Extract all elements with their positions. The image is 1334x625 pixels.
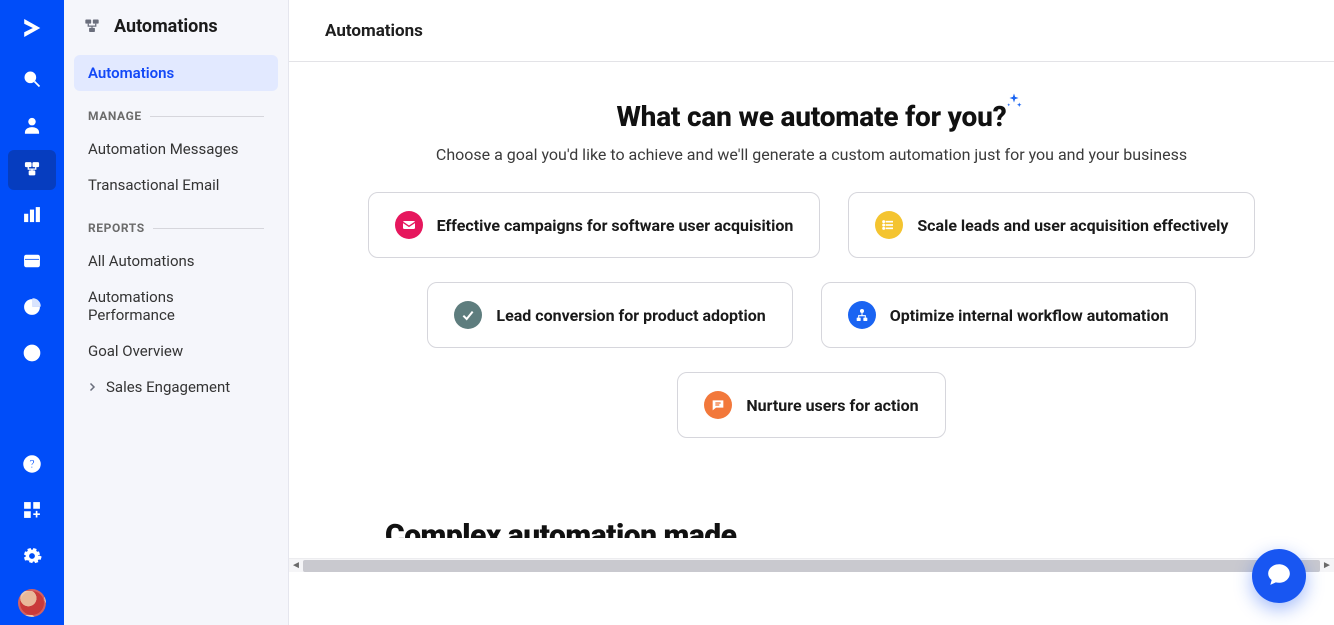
nav-contacts[interactable]: [0, 102, 64, 148]
sidebar-header-title: Automations: [114, 16, 218, 37]
app-root: ? Automations Au: [0, 0, 1334, 625]
goal-cards: Effective campaigns for software user ac…: [362, 192, 1262, 438]
nav-apps[interactable]: [0, 487, 64, 533]
hero: What can we automate for you? Choose a g…: [436, 100, 1187, 164]
sidebar-item-goal-overview[interactable]: Goal Overview: [74, 333, 278, 369]
topbar: Automations: [289, 0, 1334, 62]
primary-nav-rail: ?: [0, 0, 64, 625]
sidebar-item-label: Sales Engagement: [106, 378, 230, 396]
nav-deals[interactable]: [0, 238, 64, 284]
goal-card-nurture-users[interactable]: Nurture users for action: [677, 372, 945, 438]
sidebar-section-reports: REPORTS: [74, 203, 278, 243]
horizontal-scrollbar[interactable]: ◄ ►: [289, 558, 1334, 572]
sidebar-item-label: Automation Messages: [88, 140, 239, 158]
hero-title-text: What can we automate for you?: [616, 100, 1006, 133]
nav-automations[interactable]: [8, 150, 56, 190]
nav-help[interactable]: ?: [0, 441, 64, 487]
deals-icon: [21, 250, 43, 272]
svg-text:?: ?: [29, 457, 35, 471]
goal-card-label: Nurture users for action: [746, 396, 918, 415]
campaigns-icon: [21, 204, 43, 226]
search-icon: [21, 68, 43, 90]
nav-campaigns[interactable]: [0, 192, 64, 238]
app-logo[interactable]: [0, 0, 64, 56]
mail-icon: [395, 211, 423, 239]
nav-website[interactable]: [0, 330, 64, 376]
goal-card-campaigns[interactable]: Effective campaigns for software user ac…: [368, 192, 821, 258]
sidebar-item-label: Automations: [88, 64, 174, 82]
sidebar-item-label: Goal Overview: [88, 342, 183, 360]
user-avatar[interactable]: [18, 589, 46, 617]
automations-section-icon: [82, 17, 102, 37]
workflow-icon: [848, 301, 876, 329]
sidebar-item-all-automations[interactable]: All Automations: [74, 243, 278, 279]
pie-chart-icon: [21, 296, 43, 318]
content-scroll[interactable]: What can we automate for you? Choose a g…: [289, 62, 1334, 625]
chat-launcher[interactable]: [1252, 549, 1306, 603]
activecampaign-logo-icon: [21, 17, 43, 39]
nav-reports[interactable]: [0, 284, 64, 330]
chat-icon: [704, 391, 732, 419]
sidebar-item-label: Transactional Email: [88, 176, 219, 194]
sidebar-item-automation-messages[interactable]: Automation Messages: [74, 131, 278, 167]
section-label: MANAGE: [88, 109, 142, 123]
sidebar-item-automations[interactable]: Automations: [74, 55, 278, 91]
sidebar-section-manage: MANAGE: [74, 91, 278, 131]
goal-card-label: Scale leads and user acquisition effecti…: [917, 216, 1228, 235]
sidebar-group-top: Automations MANAGE Automation Messages T…: [64, 49, 288, 405]
scroll-track[interactable]: [303, 560, 1320, 572]
content: What can we automate for you? Choose a g…: [289, 62, 1334, 558]
goal-card-scale-leads[interactable]: Scale leads and user acquisition effecti…: [848, 192, 1255, 258]
secondary-sidebar: Automations Automations MANAGE Automatio…: [64, 0, 289, 625]
check-icon: [454, 301, 482, 329]
person-icon: [21, 114, 43, 136]
sidebar-item-label: Automations Performance: [88, 288, 264, 324]
help-icon: ?: [21, 453, 43, 475]
sidebar-item-label: All Automations: [88, 252, 195, 270]
sidebar-header: Automations: [64, 10, 288, 49]
list-icon: [875, 211, 903, 239]
gear-icon: [21, 545, 43, 567]
main-area: Automations What can we automate for you…: [289, 0, 1334, 625]
nav-search[interactable]: [0, 56, 64, 102]
nav-settings[interactable]: [0, 533, 64, 579]
hero-subtitle: Choose a goal you'd like to achieve and …: [436, 145, 1187, 164]
automations-icon: [21, 159, 43, 181]
rail-top-group: [0, 0, 64, 376]
scroll-right-arrow[interactable]: ►: [1320, 560, 1334, 571]
goal-card-label: Lead conversion for product adoption: [496, 306, 765, 325]
next-section-heading: Complex automation made: [385, 478, 737, 538]
rail-bottom-group: ?: [0, 441, 64, 625]
hero-title: What can we automate for you?: [616, 100, 1006, 133]
upload-icon: [21, 342, 43, 364]
sidebar-item-transactional-email[interactable]: Transactional Email: [74, 167, 278, 203]
goal-card-optimize-workflow[interactable]: Optimize internal workflow automation: [821, 282, 1196, 348]
section-label: REPORTS: [88, 221, 145, 235]
sidebar-item-sales-engagement[interactable]: Sales Engagement: [74, 369, 278, 405]
goal-card-label: Effective campaigns for software user ac…: [437, 216, 794, 235]
sparkle-icon: [1005, 84, 1023, 117]
apps-icon: [21, 499, 43, 521]
scroll-left-arrow[interactable]: ◄: [289, 560, 303, 571]
goal-card-lead-conversion[interactable]: Lead conversion for product adoption: [427, 282, 792, 348]
chat-bubble-icon: [1266, 561, 1292, 591]
sidebar-item-automations-performance[interactable]: Automations Performance: [74, 279, 278, 333]
chevron-right-icon: [86, 381, 100, 393]
page-title: Automations: [325, 21, 423, 41]
goal-card-label: Optimize internal workflow automation: [890, 306, 1169, 325]
